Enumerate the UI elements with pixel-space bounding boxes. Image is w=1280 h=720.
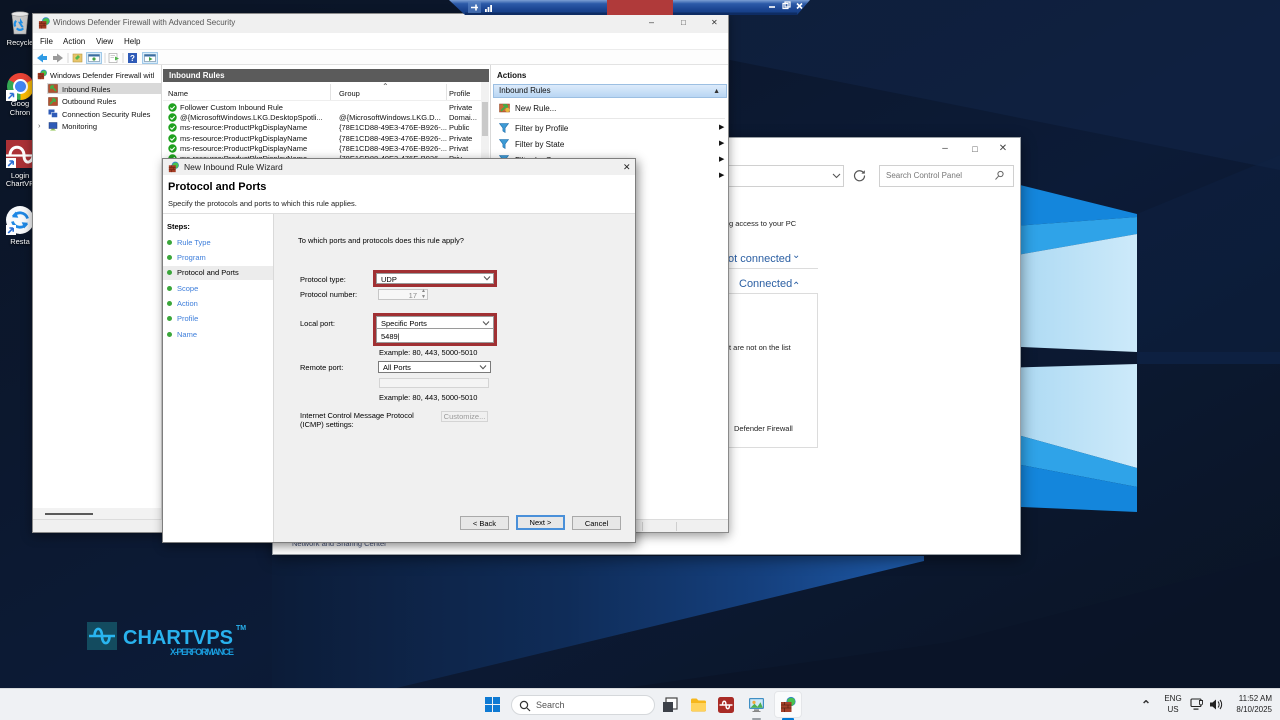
svg-text:TM: TM	[236, 625, 246, 632]
svg-text:CHARTVPS: CHARTVPS	[123, 627, 233, 649]
svg-text:?: ?	[130, 54, 135, 63]
svg-text:X-PERFORMANCE: X-PERFORMANCE	[170, 647, 234, 657]
